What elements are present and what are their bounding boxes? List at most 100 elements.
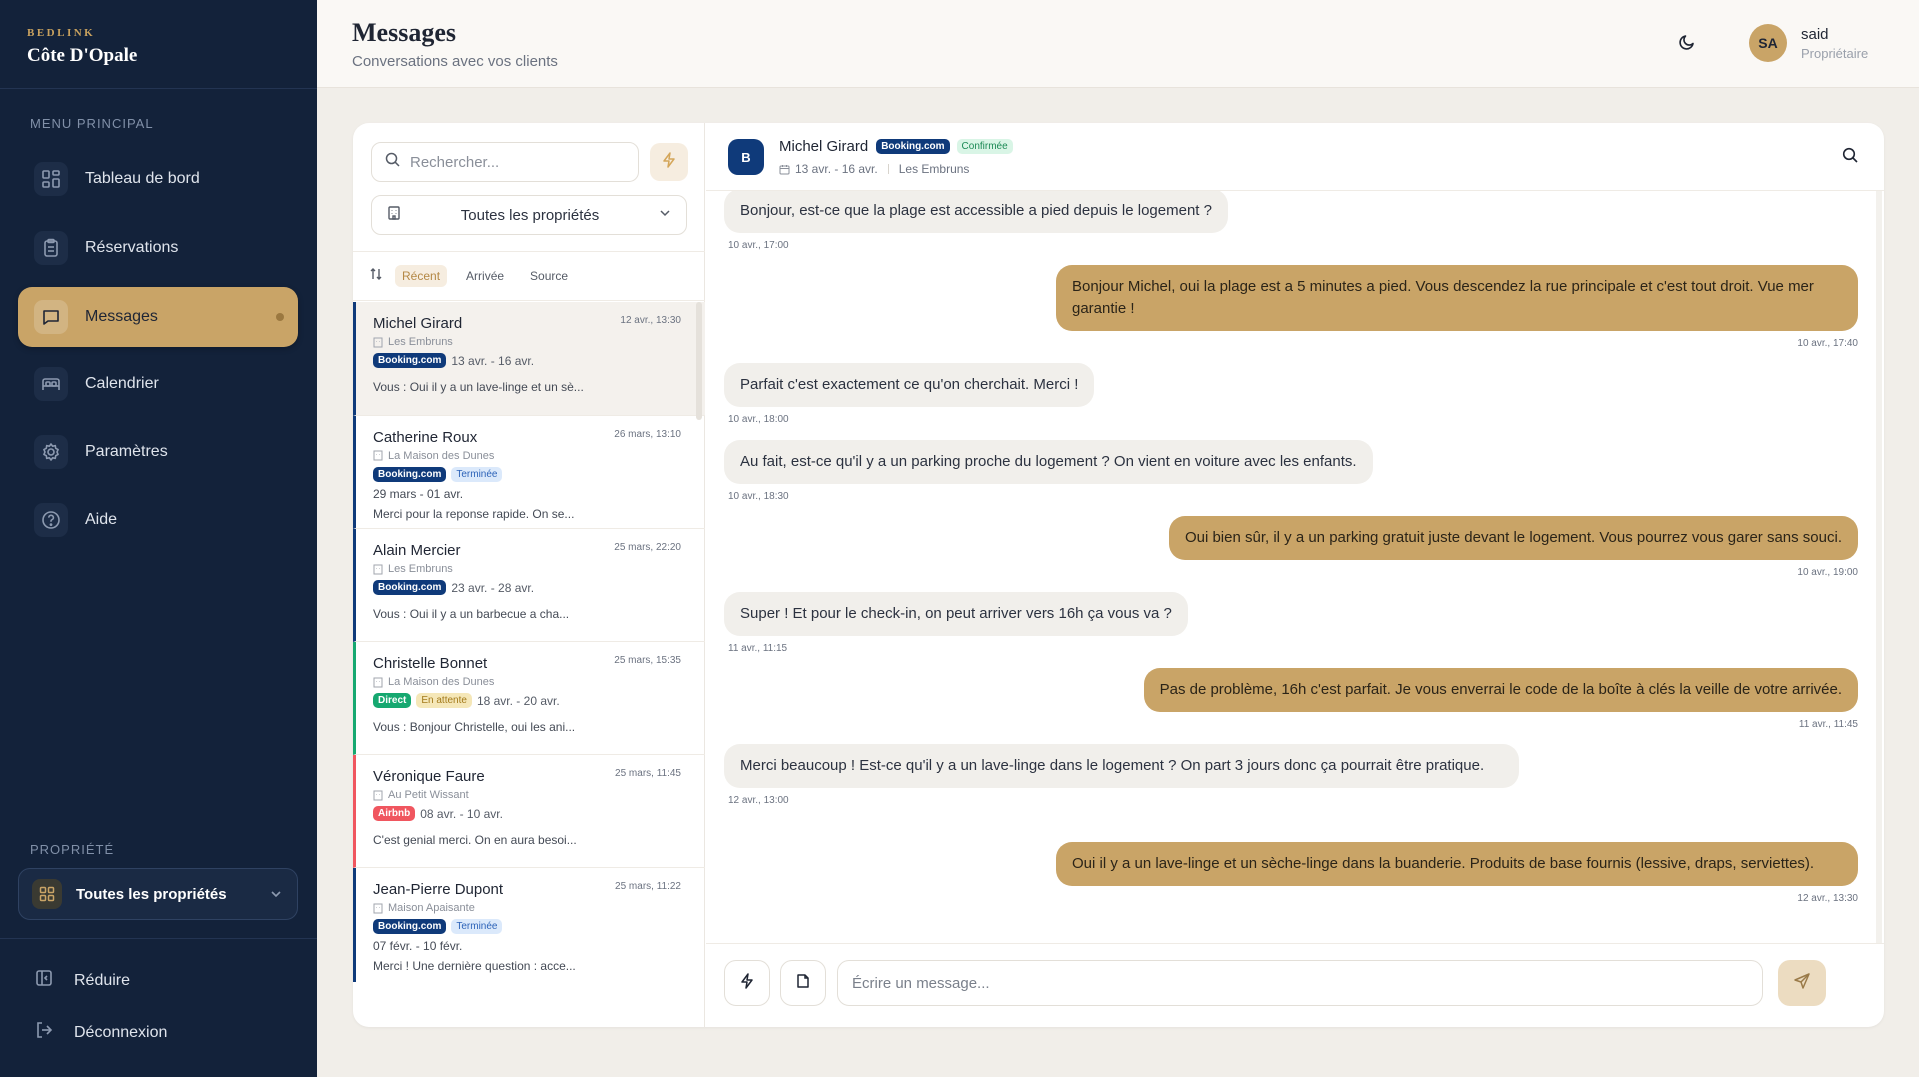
- source-badge: Airbnb: [373, 806, 416, 821]
- source-badge: Booking.com: [373, 580, 447, 595]
- status-badge: Terminée: [451, 919, 503, 934]
- conversation-tags: Booking.com Terminée: [373, 919, 507, 934]
- conversation-tags: Booking.com 23 avr. - 28 avr.: [373, 580, 534, 595]
- unread-indicator: [276, 313, 284, 321]
- conversation-tags: Booking.com Terminée: [373, 466, 507, 482]
- building-icon: [386, 205, 402, 226]
- conversation-property-name: Maison Apaisante: [388, 902, 475, 914]
- chevron-down-icon: [269, 887, 283, 906]
- theme-toggle-button[interactable]: [1673, 30, 1701, 58]
- message-bubble: Merci beaucoup ! Est-ce qu'il y a un lav…: [724, 744, 1519, 788]
- conversation-property: La Maison des Dunes: [373, 676, 494, 688]
- search-input[interactable]: Rechercher...: [410, 154, 499, 171]
- brand[interactable]: BEDLINK Côte D'Opale: [27, 27, 137, 67]
- source-badge: Booking.com: [373, 466, 447, 482]
- chat-header: B Michel Girard Booking.com Confirmée 13…: [706, 123, 1884, 191]
- user-menu[interactable]: SA said Propriétaire: [1749, 24, 1868, 62]
- collapse-icon: [34, 968, 54, 993]
- property-select-value: Toutes les propriétés: [76, 885, 227, 903]
- message-incoming: Super ! Et pour le check-in, on peut arr…: [724, 592, 1188, 654]
- conversation-property-name: La Maison des Dunes: [388, 676, 495, 688]
- conversation-property-name: Au Petit Wissant: [388, 789, 469, 801]
- message-time: 10 avr., 17:00: [728, 240, 789, 251]
- conversation-tags: Airbnb 08 avr. - 10 avr.: [373, 806, 503, 821]
- calendar-icon: [779, 164, 790, 174]
- list-scrollbar[interactable]: [696, 302, 702, 420]
- conversation-dates: 13 avr. - 16 avr.: [451, 353, 535, 368]
- sidebar-item-help[interactable]: Aide: [18, 490, 298, 550]
- conversation-tags: Booking.com 13 avr. - 16 avr.: [373, 353, 534, 368]
- conversation-dates: 08 avr. - 10 avr.: [420, 806, 503, 821]
- conversation-dates: 23 avr. - 28 avr.: [451, 580, 535, 595]
- sort-icon[interactable]: [369, 267, 383, 286]
- message-time: 10 avr., 19:00: [1797, 567, 1858, 578]
- conversation-preview: Vous : Oui il y a un barbecue a cha...: [373, 607, 570, 621]
- sidebar-divider: [0, 938, 317, 939]
- source-badge: Booking.com: [876, 139, 950, 154]
- quick-replies-button[interactable]: [650, 143, 688, 181]
- sort-tab-source[interactable]: Source: [523, 265, 575, 287]
- page-title: Messages: [352, 18, 456, 47]
- conversation-name: Véronique Faure: [373, 768, 485, 785]
- message-time: 12 avr., 13:30: [1797, 893, 1858, 904]
- lightning-icon: [739, 972, 755, 994]
- lightning-icon: [661, 151, 677, 173]
- sidebar-item-settings[interactable]: Paramètres: [18, 422, 298, 482]
- conversation-dates: 18 avr. - 20 avr.: [476, 693, 560, 708]
- conversation-item[interactable]: Jean-Pierre Dupont 25 mars, 11:22 Maison…: [353, 868, 705, 982]
- message-input[interactable]: [837, 960, 1763, 1006]
- thread-scrollbar[interactable]: [1876, 191, 1882, 943]
- conversation-property: Les Embruns: [373, 336, 453, 348]
- conversation-item[interactable]: Christelle Bonnet 25 mars, 15:35 La Mais…: [353, 642, 705, 755]
- building-icon: [373, 790, 383, 800]
- conversation-property-name: La Maison des Dunes: [388, 449, 495, 462]
- chevron-down-icon: [658, 206, 672, 225]
- bed-icon: [34, 367, 68, 401]
- message-bubble: Oui bien sûr, il y a un parking gratuit …: [1168, 516, 1858, 560]
- chat-search-button[interactable]: [1838, 145, 1862, 169]
- sidebar-item-dashboard[interactable]: Tableau de bord: [18, 149, 298, 209]
- building-icon: [373, 677, 383, 687]
- collapse-button[interactable]: Réduire: [34, 968, 130, 993]
- message-incoming: Parfait c'est exactement ce qu'on cherch…: [724, 363, 1095, 425]
- sort-tab-arrival[interactable]: Arrivée: [459, 265, 511, 287]
- sidebar-item-label: Paramètres: [85, 443, 168, 460]
- source-badge: Direct: [373, 693, 412, 708]
- property-section-title: PROPRIÉTÉ: [30, 842, 115, 857]
- quick-reply-button[interactable]: [724, 960, 770, 1006]
- logout-button[interactable]: Déconnexion: [34, 1020, 167, 1045]
- conversation-item[interactable]: Véronique Faure 25 mars, 11:45 Au Petit …: [353, 755, 705, 868]
- booking-dates: 13 avr. - 16 avr.: [795, 162, 878, 176]
- sidebar-item-reservations[interactable]: Réservations: [18, 218, 298, 278]
- property-filter-value: Toutes les propriétés: [460, 206, 600, 224]
- conversation-list-panel: Rechercher... Toutes les propriétés Réce…: [353, 123, 705, 1027]
- conversation-item[interactable]: Alain Mercier 25 mars, 22:20 Les Embruns…: [353, 529, 705, 642]
- collapse-label: Réduire: [74, 971, 131, 989]
- conversation-item[interactable]: Catherine Roux 26 mars, 13:10 La Maison …: [353, 415, 705, 529]
- conversation-item[interactable]: Michel Girard 12 avr., 13:30 Les Embruns…: [353, 302, 705, 416]
- gear-icon: [34, 435, 68, 469]
- sidebar-item-calendar[interactable]: Calendrier: [18, 354, 298, 414]
- property-select[interactable]: Toutes les propriétés: [18, 868, 298, 920]
- document-icon: [795, 973, 811, 994]
- sort-tab-recent[interactable]: Récent: [395, 265, 448, 287]
- conversation-time: 25 mars, 15:35: [614, 655, 681, 666]
- conversation-time: 25 mars, 11:45: [615, 768, 681, 779]
- building-icon: [373, 903, 383, 913]
- message-time: 11 avr., 11:15: [728, 643, 788, 654]
- booking-meta: 13 avr. - 16 avr. Les Embruns: [779, 162, 969, 176]
- message-bubble: Parfait c'est exactement ce qu'on cherch…: [724, 363, 1095, 407]
- sidebar-divider: [0, 88, 317, 89]
- search-box[interactable]: Rechercher...: [371, 142, 639, 182]
- message-outgoing: Oui bien sûr, il y a un parking gratuit …: [1168, 516, 1858, 578]
- grid-icon: [32, 879, 62, 909]
- conversation-preview: Merci ! Une dernière question : acce...: [373, 959, 576, 973]
- sidebar-item-messages[interactable]: Messages: [18, 287, 298, 347]
- send-button[interactable]: [1778, 960, 1826, 1006]
- template-button[interactable]: [780, 960, 826, 1006]
- sidebar-item-label: Calendrier: [85, 375, 159, 392]
- message-incoming: Bonjour, est-ce que la plage est accessi…: [724, 191, 1228, 251]
- user-name: said: [1801, 25, 1829, 43]
- property-filter-select[interactable]: Toutes les propriétés: [371, 195, 687, 235]
- brand-tagline: BEDLINK: [27, 27, 96, 39]
